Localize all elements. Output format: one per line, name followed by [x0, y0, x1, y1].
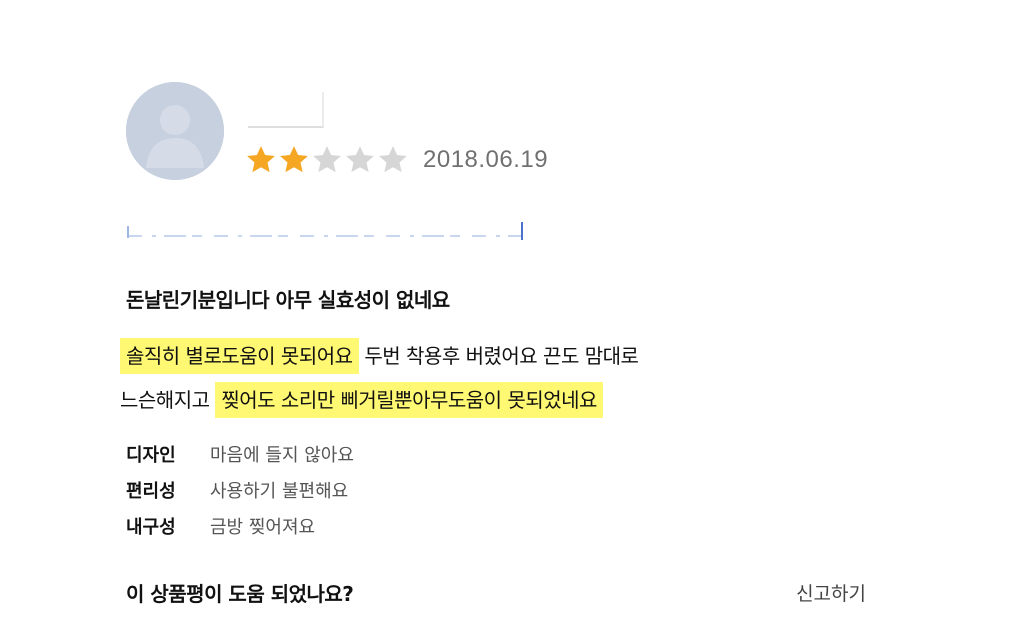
attribute-row: 내구성 금방 찢어져요 — [126, 510, 354, 546]
review-card: 2018.06.19 돈날린기분입니다 아무 실효성이 없네요 솔직히 별로도움… — [0, 0, 1024, 630]
star-empty-icon — [346, 146, 374, 173]
attribute-label: 디자인 — [126, 445, 176, 466]
star-rating — [244, 143, 409, 177]
attribute-value: 사용하기 불편해요 — [210, 481, 349, 502]
attribute-row: 편리성 사용하기 불편해요 — [126, 474, 354, 510]
helpful-question: 이 상품평이 도움 되었나요? — [126, 582, 354, 606]
highlighted-text: 솔직히 별로도움이 못되어요 — [120, 338, 359, 374]
username-redacted — [248, 92, 324, 128]
review-body: 솔직히 별로도움이 못되어요 두번 착용후 버렸어요 끈도 맘대로 느슨해지고 찢… — [120, 334, 880, 422]
attribute-label: 편리성 — [126, 481, 176, 502]
star-filled-icon — [280, 146, 308, 173]
star-empty-icon — [313, 146, 341, 173]
product-option-redacted — [126, 222, 523, 240]
star-filled-icon — [247, 146, 275, 173]
report-button[interactable]: 신고하기 — [796, 579, 866, 606]
highlighted-text: 찢어도 소리만 삐거릴뿐아무도움이 못되었네요 — [215, 382, 603, 418]
attribute-label: 내구성 — [126, 517, 176, 538]
rating-row: 2018.06.19 — [244, 142, 548, 178]
review-attributes: 디자인 마음에 들지 않아요편리성 사용하기 불편해요내구성 금방 찢어져요 — [126, 438, 354, 546]
review-body-line: 느슨해지고 찢어도 소리만 삐거릴뿐아무도움이 못되었네요 — [120, 378, 880, 422]
default-user-avatar-icon — [126, 82, 224, 180]
review-text: 느슨해지고 — [120, 388, 216, 412]
review-date: 2018.06.19 — [423, 146, 549, 173]
attribute-value: 금방 찢어져요 — [210, 517, 316, 538]
review-title: 돈날린기분입니다 아무 실효성이 없네요 — [126, 288, 450, 312]
avatar — [126, 82, 224, 180]
review-footer: 이 상품평이 도움 되었나요? 신고하기 — [126, 578, 866, 607]
attribute-value: 마음에 들지 않아요 — [210, 445, 354, 466]
attribute-row: 디자인 마음에 들지 않아요 — [126, 438, 354, 474]
star-empty-icon — [379, 146, 407, 173]
review-text: 두번 착용후 버렸어요 끈도 맘대로 — [358, 344, 639, 368]
review-body-line: 솔직히 별로도움이 못되어요 두번 착용후 버렸어요 끈도 맘대로 — [120, 334, 880, 378]
